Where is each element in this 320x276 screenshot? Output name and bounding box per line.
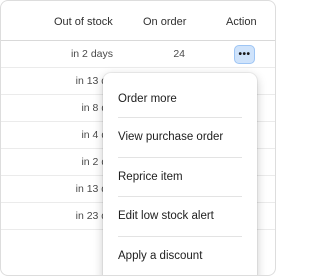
menu-item-reprice-item[interactable]: Reprice item	[118, 171, 242, 183]
on-order-cell: 24	[173, 48, 185, 60]
inventory-table-card: Out of stock On order Action in 2 days 2…	[0, 0, 276, 276]
actions-menu: Order more View purchase order Reprice i…	[103, 73, 257, 275]
table-row: in 2 days 24 •••	[1, 41, 275, 68]
menu-divider	[118, 157, 242, 158]
out-of-stock-cell: in 2 days	[70, 48, 113, 60]
column-header-out-of-stock[interactable]: Out of stock	[54, 16, 113, 28]
table-header: Out of stock On order Action	[1, 1, 275, 41]
more-horizontal-icon: •••	[238, 48, 251, 60]
menu-item-apply-a-discount[interactable]: Apply a discount	[118, 250, 242, 262]
menu-divider	[118, 236, 242, 237]
column-header-action: Action	[226, 16, 257, 28]
more-actions-button[interactable]: •••	[234, 45, 255, 64]
column-header-on-order[interactable]: On order	[143, 16, 186, 28]
menu-item-edit-low-stock-alert[interactable]: Edit low stock alert	[118, 210, 242, 222]
menu-item-view-purchase-order[interactable]: View purchase order	[118, 131, 242, 143]
menu-item-order-more[interactable]: Order more	[118, 93, 242, 105]
menu-divider	[118, 196, 242, 197]
menu-divider	[118, 117, 242, 118]
